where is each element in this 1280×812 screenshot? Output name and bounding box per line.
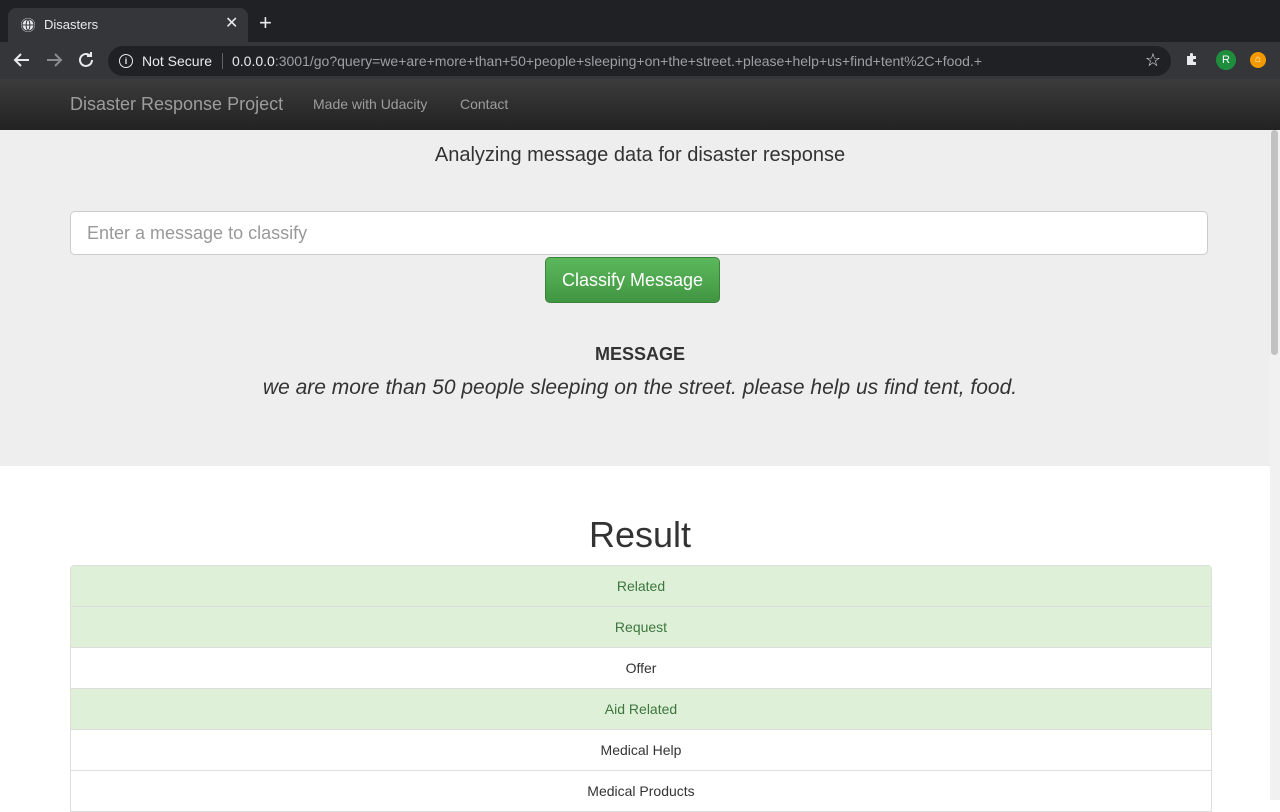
extension-icon[interactable]: ⌂ xyxy=(1250,52,1266,68)
browser-tab-strip: Disasters ✕ + xyxy=(0,0,1280,42)
back-icon[interactable] xyxy=(10,48,34,72)
result-row: Request xyxy=(71,607,1211,648)
brand-link[interactable]: Disaster Response Project xyxy=(70,94,283,115)
result-row: Medical Products xyxy=(71,771,1211,812)
message-heading: MESSAGE xyxy=(594,344,686,364)
extensions-icon[interactable] xyxy=(1184,51,1200,72)
page-scrollbar[interactable] xyxy=(1270,130,1280,800)
star-icon[interactable]: ☆ xyxy=(1145,50,1161,71)
new-tab-icon[interactable]: + xyxy=(259,12,272,34)
site-navbar: Disaster Response Project Made with Udac… xyxy=(0,79,1280,130)
divider xyxy=(222,53,223,69)
message-input[interactable] xyxy=(70,211,1208,255)
result-row: Related xyxy=(71,566,1211,607)
browser-toolbar: i Not Secure 0.0.0.0:3001/go?query=we+ar… xyxy=(0,42,1280,80)
nav-link-contact[interactable]: Contact xyxy=(460,96,508,112)
profile-avatar[interactable]: R xyxy=(1216,50,1236,70)
nav-link-udacity[interactable]: Made with Udacity xyxy=(313,96,427,112)
tab-title: Disasters xyxy=(44,17,99,32)
browser-tab[interactable]: Disasters ✕ xyxy=(8,8,248,42)
result-row: Offer xyxy=(71,648,1211,689)
result-row: Medical Help xyxy=(71,730,1211,771)
classify-button[interactable]: Classify Message xyxy=(545,257,720,303)
url-host: 0.0.0.0 xyxy=(232,53,275,69)
security-label[interactable]: Not Secure xyxy=(142,53,212,69)
reload-icon[interactable] xyxy=(74,48,98,72)
message-text: we are more than 50 people sleeping on t… xyxy=(262,376,1018,399)
hero-section: Analyzing message data for disaster resp… xyxy=(0,130,1270,466)
address-bar[interactable]: i Not Secure 0.0.0.0:3001/go?query=we+ar… xyxy=(108,46,1171,76)
url-path: :3001/go?query=we+are+more+than+50+peopl… xyxy=(274,53,983,69)
info-icon[interactable]: i xyxy=(119,54,133,68)
result-title: Result xyxy=(588,514,692,555)
url-text[interactable]: 0.0.0.0:3001/go?query=we+are+more+than+5… xyxy=(232,53,982,69)
globe-icon xyxy=(21,18,35,32)
result-list: Related Request Offer Aid Related Medical He… xyxy=(70,565,1212,812)
result-row: Aid Related xyxy=(71,689,1211,730)
close-tab-icon[interactable]: ✕ xyxy=(225,15,238,33)
page-subtitle: Analyzing message data for disaster resp… xyxy=(434,144,846,166)
forward-icon[interactable] xyxy=(42,48,66,72)
scrollbar-thumb[interactable] xyxy=(1271,130,1278,355)
